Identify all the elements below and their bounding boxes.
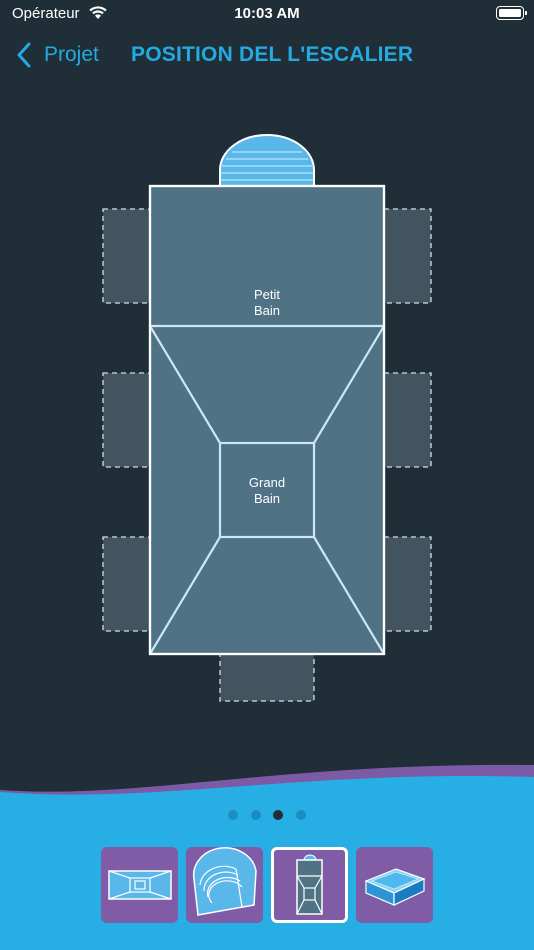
roman-stair-pool-icon: [192, 847, 257, 916]
stair-top-roman[interactable]: [219, 134, 315, 187]
pool-type-stair-button[interactable]: [271, 847, 348, 923]
pool-with-stair-icon: [296, 854, 323, 915]
stair-slot-right-top[interactable]: [383, 208, 432, 304]
stair-slot-left-bottom[interactable]: [102, 536, 151, 632]
bottom-panel: [0, 764, 534, 950]
page-dot-3[interactable]: [273, 810, 283, 820]
stair-slot-right-middle[interactable]: [383, 372, 432, 468]
page-indicator: [0, 810, 534, 822]
pool-type-3d-button[interactable]: [356, 847, 433, 923]
page-dot-2[interactable]: [251, 810, 261, 820]
petit-bain-label: Petit Bain: [253, 287, 281, 318]
pool-type-rectangle-button[interactable]: [101, 847, 178, 923]
rectangle-pool-icon: [108, 870, 172, 900]
pool-type-roman-stair-button[interactable]: [186, 847, 263, 923]
grand-bain-label: Grand Bain: [248, 475, 286, 506]
pool-diagram: [102, 134, 432, 702]
stair-slot-left-top[interactable]: [102, 208, 151, 304]
page-dot-4[interactable]: [296, 810, 306, 820]
pool-body: [148, 184, 386, 656]
stair-slot-right-bottom[interactable]: [383, 536, 432, 632]
page-dot-1[interactable]: [228, 810, 238, 820]
stair-slot-left-middle[interactable]: [102, 372, 151, 468]
stair-slot-bottom-center[interactable]: [219, 653, 315, 702]
3d-pool-icon: [364, 868, 426, 906]
